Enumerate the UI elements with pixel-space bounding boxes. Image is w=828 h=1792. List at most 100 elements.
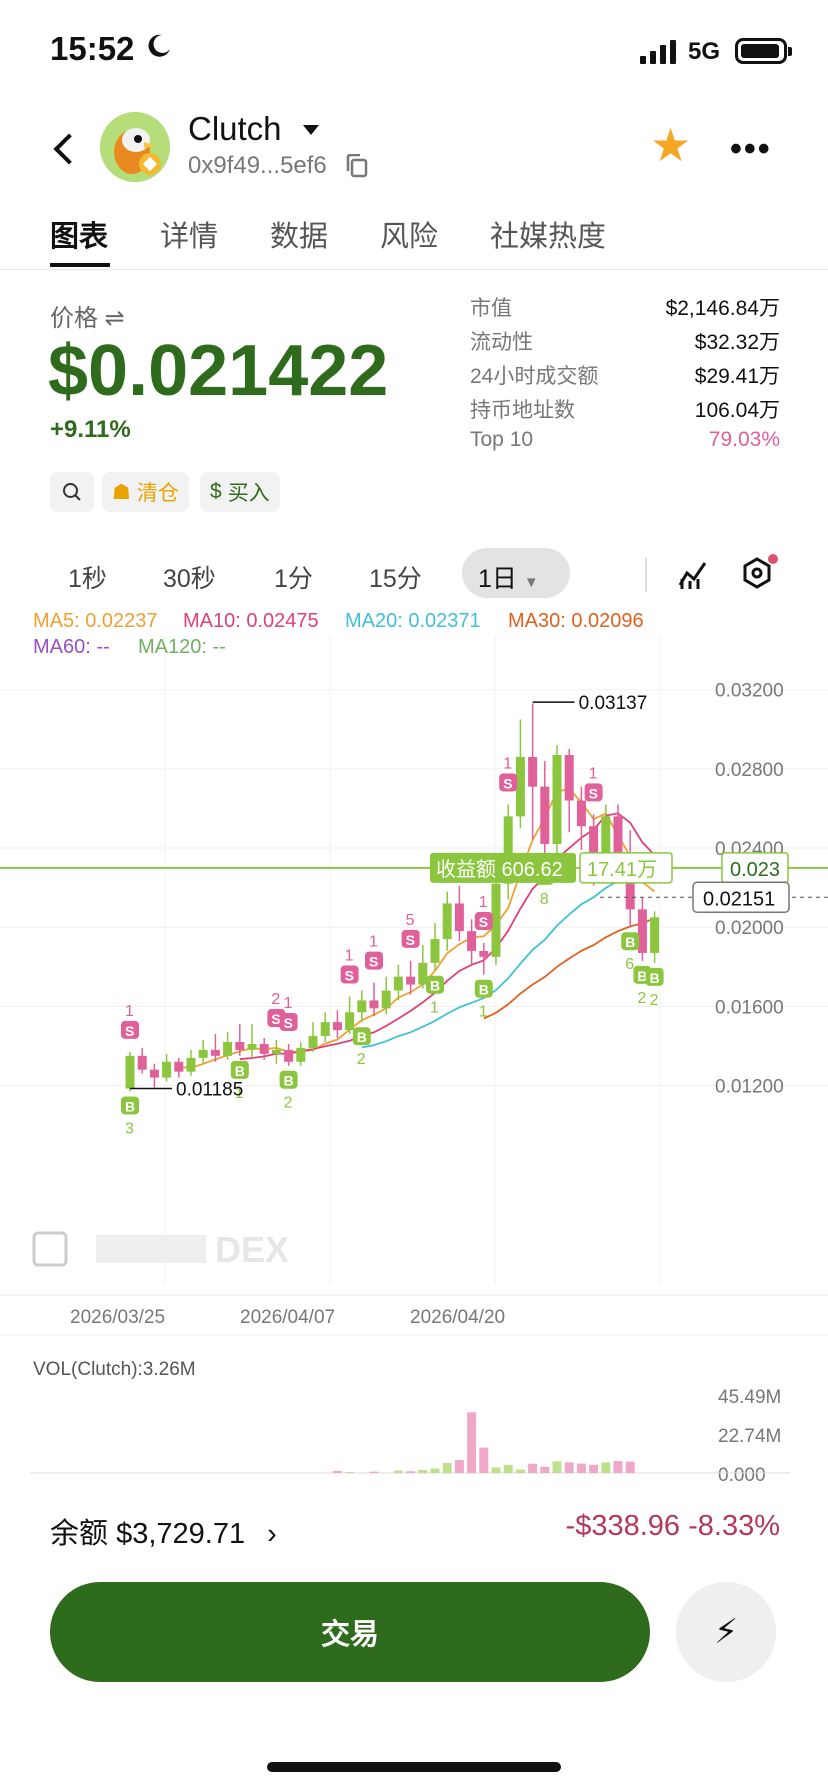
high-label: 0.03137 — [579, 693, 648, 714]
volume-bar — [601, 1462, 611, 1473]
candle-body — [369, 1000, 379, 1009]
marker-letter: S — [479, 914, 488, 930]
candle-body — [320, 1022, 330, 1037]
status-bar: 15:52 5G — [0, 0, 828, 100]
tab-details[interactable]: 详情 — [160, 213, 218, 255]
volume-bar — [454, 1459, 464, 1473]
tab-chart[interactable]: 图表 — [50, 213, 108, 255]
candle-body — [210, 1049, 220, 1056]
candle-body — [418, 962, 428, 985]
pnl-percent: -8.33% — [688, 1510, 780, 1542]
clear-position-button[interactable]: ☗ 清仓 — [102, 472, 189, 512]
tab-social[interactable]: 社媒热度 — [490, 213, 606, 255]
price-chart[interactable]: MA5: 0.02237 MA10: 0.02475 MA20: 0.02371… — [0, 605, 828, 1485]
volume-tick-label: 0.000 — [718, 1465, 766, 1485]
indicator-icon[interactable] — [676, 557, 710, 591]
marker-letter: S — [503, 775, 512, 791]
trade-button[interactable]: 交易 — [50, 1582, 650, 1682]
current-price: $0.021422 — [48, 331, 389, 411]
ma10-label: MA10: 0.02475 — [183, 610, 319, 632]
x-tick-label: 2026/04/07 — [240, 1307, 335, 1328]
volume-bar — [393, 1470, 403, 1473]
interval-1d[interactable]: 1日 ▼ — [478, 559, 539, 595]
interval-1m[interactable]: 1分 — [274, 559, 313, 595]
tab-data[interactable]: 数据 — [270, 213, 328, 255]
marker-count: 3 — [125, 1120, 134, 1137]
moon-icon — [148, 34, 170, 57]
balance-row[interactable]: 余额 $3,729.71 › — [50, 1510, 277, 1552]
candle-body — [467, 931, 477, 951]
stat-row: 流动性 $32.32万 — [470, 326, 780, 360]
marker-count: 2 — [650, 992, 659, 1009]
swap-icon[interactable]: ⇌ — [105, 305, 125, 332]
chevron-down-icon[interactable] — [303, 125, 319, 135]
candle-body — [296, 1047, 306, 1062]
ma5-label: MA5: 0.02237 — [33, 610, 158, 632]
pnl-display: -$338.96 -8.33% — [566, 1510, 780, 1543]
y-tick-label: 0.02000 — [715, 918, 784, 939]
stat-value: $2,146.84万 — [665, 297, 780, 320]
marker-count: 6 — [625, 956, 634, 973]
candle-body — [515, 756, 525, 817]
back-button[interactable] — [53, 133, 85, 165]
settings-hex-icon[interactable] — [740, 553, 780, 593]
candle-body — [125, 1055, 135, 1089]
interval-1s[interactable]: 1秒 — [68, 559, 107, 595]
marker-count: 1 — [284, 995, 293, 1012]
price-label[interactable]: 价格 ⇌ — [50, 298, 125, 333]
clear-label: 清仓 — [136, 482, 179, 505]
y-tick-label: 0.03200 — [715, 681, 784, 702]
y-tick-label: 0.02800 — [715, 760, 784, 781]
interval-15m[interactable]: 15分 — [369, 559, 422, 595]
volume-bar — [625, 1461, 635, 1473]
cost-value: 0.023 — [730, 859, 780, 881]
volume-tick-label: 45.49M — [718, 1387, 781, 1408]
marker-letter: S — [125, 1023, 134, 1039]
volume-bar — [491, 1467, 501, 1473]
status-time: 15:52 — [50, 30, 135, 67]
interval-1d-label: 1日 — [478, 565, 517, 593]
tab-active-indicator — [50, 263, 110, 267]
favorite-star-icon[interactable]: ★ — [650, 122, 691, 168]
candle-body — [479, 950, 489, 957]
stat-value: $32.32万 — [694, 331, 780, 354]
volume-bar — [418, 1469, 428, 1473]
battery-icon — [735, 38, 792, 64]
interval-30s[interactable]: 30秒 — [163, 559, 216, 595]
tab-risk[interactable]: 风险 — [380, 213, 438, 255]
candle-body — [186, 1057, 196, 1072]
marker-letter: S — [271, 1011, 280, 1027]
candle-body — [137, 1055, 147, 1070]
stat-row: 24小时成交额 $29.41万 — [470, 360, 780, 394]
candle-body — [442, 903, 452, 940]
token-header: Clutch 0x9f49...5ef6 ★ ••• — [0, 110, 828, 190]
volume-bar — [540, 1466, 550, 1473]
home-indicator — [267, 1762, 561, 1772]
candle-body — [247, 1043, 257, 1050]
marker-count: 1 — [479, 1004, 488, 1021]
chevron-right-icon: › — [267, 1518, 277, 1550]
x-tick-label: 2026/04/20 — [410, 1307, 505, 1328]
candle-body — [284, 1049, 294, 1062]
candle-body — [564, 755, 574, 801]
candle-body — [393, 976, 403, 991]
ma120-label: MA120: -- — [138, 636, 226, 658]
divider — [645, 558, 647, 592]
copy-icon[interactable] — [346, 154, 368, 178]
y-tick-label: 0.01600 — [715, 997, 784, 1018]
more-options-icon[interactable]: ••• — [730, 130, 772, 169]
marker-letter: B — [625, 934, 635, 950]
search-button[interactable] — [50, 472, 94, 512]
stat-value: 79.03% — [708, 428, 780, 451]
watermark-text: DEX — [215, 1229, 289, 1270]
stat-key: 流动性 — [470, 331, 533, 354]
token-name[interactable]: Clutch — [188, 110, 282, 148]
candle-body — [162, 1061, 172, 1078]
marker-letter: B — [357, 1029, 367, 1045]
candle-body — [174, 1061, 184, 1072]
lightning-icon: ⚡ — [714, 1613, 738, 1651]
money-bag-icon: $ — [210, 480, 222, 503]
buy-button[interactable]: $ 买入 — [200, 472, 280, 512]
clear-icon: ☗ — [112, 480, 131, 504]
quick-trade-button[interactable]: ⚡ — [676, 1582, 776, 1682]
